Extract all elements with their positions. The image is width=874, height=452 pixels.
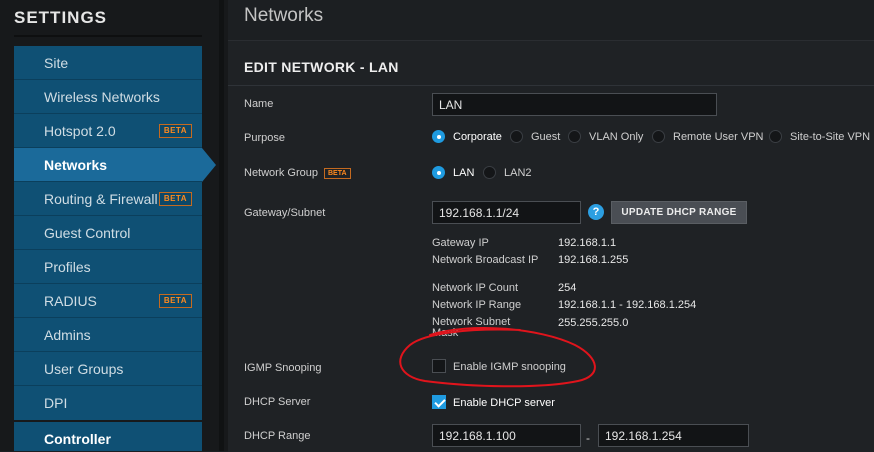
red-circle-annotation — [399, 326, 596, 388]
